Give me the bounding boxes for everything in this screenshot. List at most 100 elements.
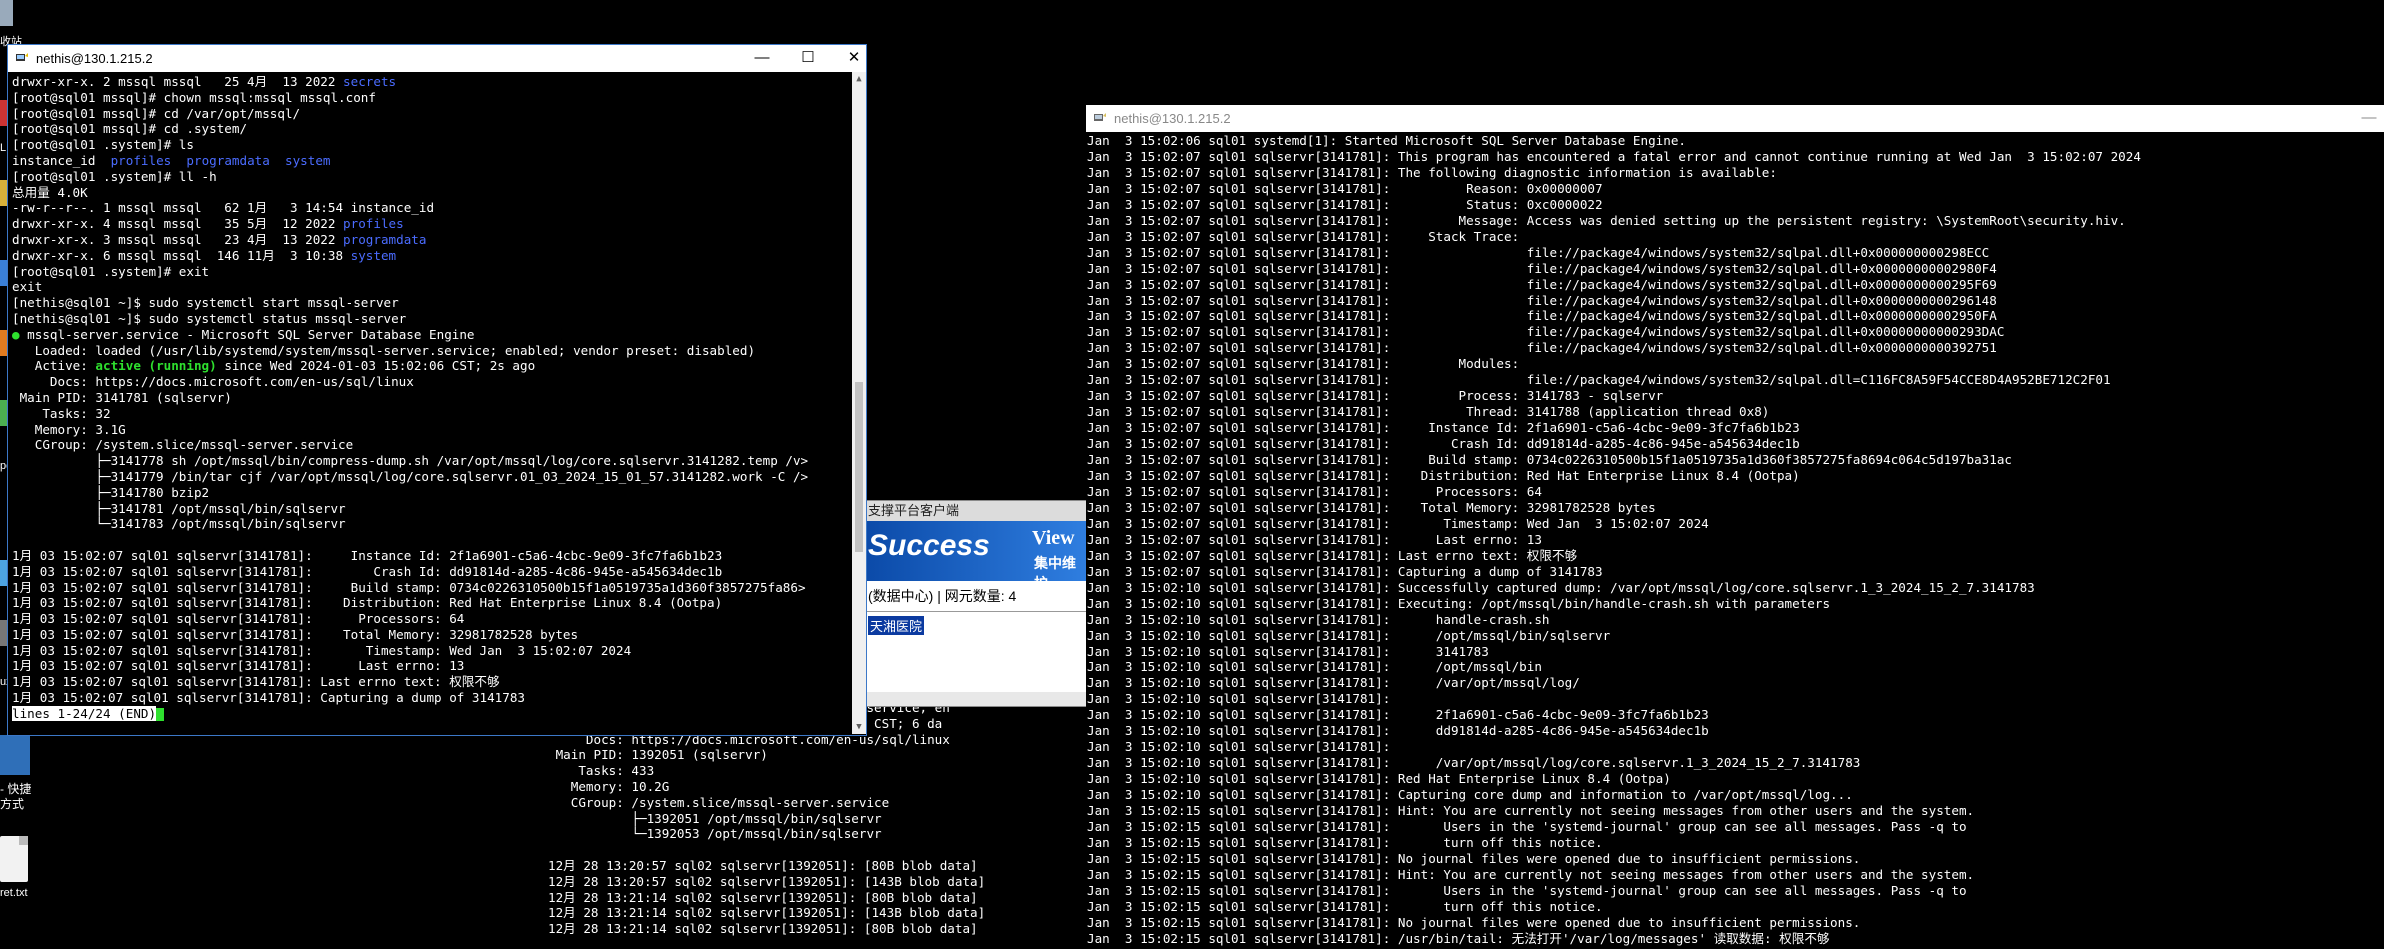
terminal-line: 1月 03 15:02:07 sql01 sqlservr[3141781]: … (12, 548, 850, 564)
terminal-text: [nethis@sql01 ~]$ sudo systemctl status … (12, 310, 407, 326)
text-file-icon[interactable] (0, 836, 28, 882)
journal-line: Jan 3 15:02:10 sql01 sqlservr[3141781]: … (1087, 579, 2035, 595)
journal-line: Jan 3 15:02:15 sql01 sqlservr[3141781]: … (1087, 866, 1975, 882)
journal-output[interactable]: Jan 3 15:02:06 sql01 systemd[1]: Started… (1087, 133, 2377, 949)
terminal-line: ● mssql-server.service - Microsoft SQL S… (12, 327, 850, 343)
journal-line: Jan 3 15:02:15 sql01 sqlservr[3141781]: … (1087, 803, 1975, 819)
terminal-line: [nethis@sql01 ~]$ sudo systemctl status … (12, 311, 850, 327)
journal-line: Jan 3 15:02:07 sql01 sqlservr[3141781]: … (1087, 515, 1709, 531)
scrollbar-thumb[interactable] (855, 382, 863, 552)
terminal-line: -rw-r--r--. 1 mssql mssql 62 1月 3 14:54 … (12, 200, 850, 216)
terminal-window-right[interactable]: nethis@130.1.215.2 — Jan 3 15:02:06 sql0… (1086, 105, 2384, 949)
terminal-window-left[interactable]: nethis@130.1.215.2 — ☐ ✕ drwxr-xr-x. 2 m… (7, 44, 867, 736)
terminal-text: -rw-r--r--. 1 mssql mssql 62 1月 3 14:54 … (12, 200, 435, 216)
terminal-text: 1月 03 15:02:07 sql01 sqlservr[3141781]: … (12, 674, 500, 690)
putty-icon (16, 53, 28, 61)
terminal-text: lines 1-24/24 (END) (12, 705, 157, 721)
background-terminal-line: 12月 28 13:21:14 sql02 sqlservr[1392051]:… (548, 905, 986, 921)
terminal-line: Main PID: 3141781 (sqlservr) (12, 390, 850, 406)
terminal-text: Tasks: 32 (12, 405, 111, 421)
terminal-line: 1月 03 15:02:07 sql01 sqlservr[3141781]: … (12, 674, 850, 690)
title-bar[interactable]: nethis@130.1.215.2 — ☐ ✕ (8, 45, 866, 72)
terminal-line: 1月 03 15:02:07 sql01 sqlservr[3141781]: … (12, 627, 850, 643)
minimize-button[interactable]: — (2354, 108, 2384, 128)
banner-text: Success (868, 529, 990, 562)
client-window[interactable]: 支撑平台客户端 Success View 集中维护 (数据中心) | 网元数量:… (863, 500, 1088, 707)
close-button[interactable]: ✕ (839, 48, 869, 68)
terminal-line: exit (12, 279, 850, 295)
journal-line: Jan 3 15:02:10 sql01 sqlservr[3141781]: … (1087, 659, 1542, 675)
maximize-button[interactable]: ☐ (793, 48, 823, 68)
title-bar[interactable]: nethis@130.1.215.2 — (1086, 105, 2384, 132)
terminal-line: CGroup: /system.slice/mssql-server.servi… (12, 437, 850, 453)
terminal-text: 1月 03 15:02:07 sql01 sqlservr[3141781]: … (12, 690, 526, 706)
terminal-text: CGroup: /system.slice/mssql-server.servi… (12, 437, 354, 453)
terminal-text: ├─3141780 bzip2 (12, 484, 210, 500)
terminal-text: └─3141783 /opt/mssql/bin/sqlservr (12, 516, 346, 532)
journal-line: Jan 3 15:02:07 sql01 sqlservr[3141781]: … (1087, 324, 2005, 340)
text-file-label[interactable]: ret.txt (0, 887, 28, 899)
terminal-line: 1月 03 15:02:07 sql01 sqlservr[3141781]: … (12, 595, 850, 611)
desktop-app-icon[interactable] (0, 0, 13, 26)
terminal-text: 1月 03 15:02:07 sql01 sqlservr[3141781]: … (12, 658, 465, 674)
background-terminal-line: 12月 28 13:21:14 sql02 sqlservr[1392051]:… (548, 889, 978, 905)
terminal-text: Loaded: loaded (/usr/lib/systemd/system/… (12, 342, 756, 358)
shortcut-label-2[interactable]: 方式 (0, 795, 24, 812)
journal-line: Jan 3 15:02:07 sql01 sqlservr[3141781]: … (1087, 164, 1777, 180)
journal-line: Jan 3 15:02:07 sql01 sqlservr[3141781]: … (1087, 276, 1997, 292)
terminal-text: Memory: 3.1G (12, 421, 126, 437)
terminal-text: profiles (343, 216, 404, 232)
terminal-text: Active: (12, 358, 96, 374)
journal-line: Jan 3 15:02:10 sql01 sqlservr[3141781]: … (1087, 787, 1853, 803)
journal-line: Jan 3 15:02:15 sql01 sqlservr[3141781]: … (1087, 914, 1861, 930)
scroll-up-arrow-icon[interactable]: ▲ (852, 72, 866, 86)
terminal-line: Active: active (running) since Wed 2024-… (12, 358, 850, 374)
background-terminal-line (548, 842, 1088, 858)
terminal-text: [root@sql01 mssql]# cd /var/opt/mssql/ (12, 105, 301, 121)
shortcut-icon[interactable] (0, 735, 30, 775)
journal-line: Jan 3 15:02:07 sql01 sqlservr[3141781]: … (1087, 436, 1800, 452)
terminal-text: [root@sql01 mssql]# cd .system/ (12, 121, 248, 137)
terminal-line: ├─3141779 /bin/tar cjf /var/opt/mssql/lo… (12, 469, 850, 485)
journal-line: Jan 3 15:02:07 sql01 sqlservr[3141781]: … (1087, 196, 1603, 212)
scroll-down-arrow-icon[interactable]: ▼ (852, 720, 866, 734)
journal-line: Jan 3 15:02:07 sql01 sqlservr[3141781]: … (1087, 292, 1997, 308)
journal-line: Jan 3 15:02:10 sql01 sqlservr[3141781]: … (1087, 611, 1550, 627)
terminal-line: [nethis@sql01 ~]$ sudo systemctl start m… (12, 295, 850, 311)
journal-line: Jan 3 15:02:07 sql01 sqlservr[3141781]: … (1087, 531, 1542, 547)
journal-line: Jan 3 15:02:07 sql01 sqlservr[3141781]: … (1087, 148, 2141, 164)
terminal-line: drwxr-xr-x. 2 mssql mssql 25 4月 13 2022 … (12, 74, 850, 90)
journal-line: Jan 3 15:02:07 sql01 sqlservr[3141781]: … (1087, 404, 1770, 420)
site-list-item-selected[interactable]: 天湘医院 (868, 616, 925, 635)
journal-line: Jan 3 15:02:10 sql01 sqlservr[3141781]: (1087, 739, 1391, 755)
background-terminal-line: 12月 28 13:20:57 sql02 sqlservr[1392051]:… (548, 857, 978, 873)
vertical-scrollbar[interactable]: ▲ ▼ (852, 72, 866, 734)
terminal-output[interactable]: drwxr-xr-x. 2 mssql mssql 25 4月 13 2022 … (12, 74, 850, 731)
terminal-line: Memory: 3.1G (12, 422, 850, 438)
client-window-title[interactable]: 支撑平台客户端 (864, 501, 1087, 521)
terminal-text: Main PID: 3141781 (sqlservr) (12, 389, 232, 405)
background-terminal-line: Tasks: 433 (548, 763, 655, 779)
text-cursor (156, 707, 165, 721)
journal-line: Jan 3 15:02:07 sql01 sqlservr[3141781]: … (1087, 260, 1997, 276)
site-list[interactable]: 天湘医院 (864, 611, 1087, 692)
background-terminal-line: 12月 28 13:20:57 sql02 sqlservr[1392051]:… (548, 873, 986, 889)
journal-line: Jan 3 15:02:07 sql01 sqlservr[3141781]: … (1087, 547, 1578, 563)
background-terminal-line: 12月 28 13:21:14 sql02 sqlservr[1392051]:… (548, 921, 978, 937)
terminal-text: 1月 03 15:02:07 sql01 sqlservr[3141781]: … (12, 626, 579, 642)
journal-line: Jan 3 15:02:07 sql01 sqlservr[3141781]: … (1087, 356, 1520, 372)
terminal-line: lines 1-24/24 (END) (12, 705, 850, 722)
desktop-icon-label[interactable]: L (0, 142, 6, 154)
terminal-line: └─3141783 /opt/mssql/bin/sqlservr (12, 516, 850, 532)
terminal-text: drwxr-xr-x. 6 mssql mssql 146 11月 3 10:3… (12, 247, 351, 263)
journal-line: Jan 3 15:02:15 sql01 sqlservr[3141781]: … (1087, 850, 1861, 866)
terminal-line: drwxr-xr-x. 6 mssql mssql 146 11月 3 10:3… (12, 248, 850, 264)
journal-line: Jan 3 15:02:15 sql01 sqlservr[3141781]: … (1087, 898, 1603, 914)
terminal-line: 1月 03 15:02:07 sql01 sqlservr[3141781]: … (12, 564, 850, 580)
terminal-line: Loaded: loaded (/usr/lib/systemd/system/… (12, 343, 850, 359)
journal-line: Jan 3 15:02:15 sql01 sqlservr[3141781]: … (1087, 930, 1830, 946)
journal-line: Jan 3 15:02:15 sql01 sqlservr[3141781]: … (1087, 818, 1967, 834)
terminal-line: 总用量 4.0K (12, 185, 850, 201)
minimize-button[interactable]: — (747, 48, 777, 68)
